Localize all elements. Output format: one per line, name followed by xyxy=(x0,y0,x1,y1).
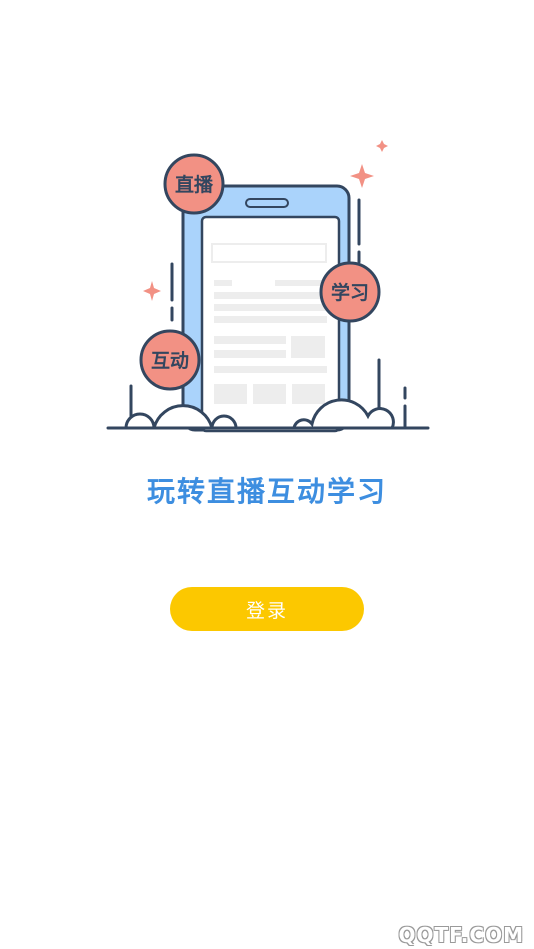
watermark-text: QQTF.COM xyxy=(398,923,524,947)
badge-live: 直播 xyxy=(163,153,225,215)
svg-text:互动: 互动 xyxy=(151,350,189,372)
phone-illustration xyxy=(181,184,351,433)
slogan-text: 玩转直播互动学习 xyxy=(146,475,387,508)
svg-text:直播: 直播 xyxy=(175,173,214,196)
badge-study: 学习 xyxy=(319,261,381,323)
svg-text:学习: 学习 xyxy=(331,281,369,304)
welcome-illustration: 直播 学习 互动 xyxy=(106,140,430,433)
badge-interact: 互动 xyxy=(139,329,201,391)
login-button[interactable]: 登录 xyxy=(170,587,364,631)
